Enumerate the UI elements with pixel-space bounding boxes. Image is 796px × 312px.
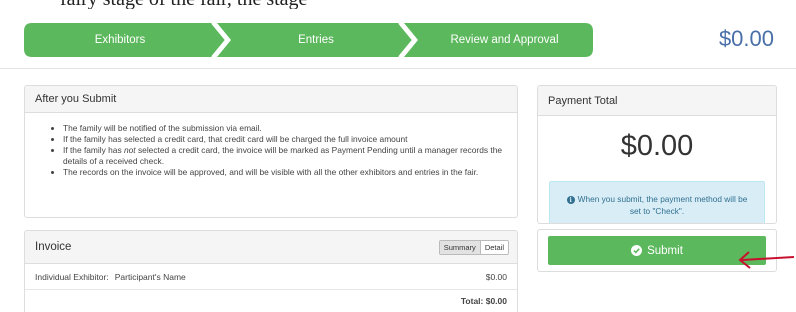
info-circle-icon: i [566, 196, 575, 204]
invoice-header: Invoice Summary Detail [25, 231, 517, 264]
payment-total-amount: $0.00 [620, 130, 694, 162]
invoice-row-amount: $0.00 [485, 272, 507, 282]
after-submit-panel: After you Submit The family will be noti… [24, 85, 518, 218]
list-item: The family will be notified of the submi… [63, 123, 503, 134]
list-item: The records on the invoice will be appro… [63, 167, 503, 178]
wizard-progress: Exhibitors Entries Review and Approval [24, 23, 593, 57]
invoice-row-label: Individual Exhibitor: [35, 272, 109, 282]
wizard-step-review-and-approval[interactable]: Review and Approval [416, 23, 593, 57]
after-submit-title: After you Submit [25, 86, 517, 113]
cropped-heading-fragment: fairy stage of the fair, the stage [0, 0, 796, 9]
payment-total-title: Payment Total [538, 86, 776, 116]
payment-info-alert: i When you submit, the payment method wil… [549, 181, 765, 223]
list-item-emphasis: not [123, 145, 136, 155]
detail-toggle-button[interactable]: Detail [480, 241, 508, 254]
invoice-row-participant: Participant's Name [114, 272, 186, 282]
arrow-left-icon [738, 251, 794, 269]
submit-button-label: Submit [647, 244, 683, 257]
cropped-heading-text: fairy stage of the fair, the stage [60, 0, 307, 9]
invoice-view-toggle: Summary Detail [438, 240, 509, 255]
summary-toggle-button[interactable]: Summary [439, 241, 481, 254]
after-submit-list: The family will be notified of the submi… [25, 113, 517, 178]
header-divider [0, 68, 796, 69]
header-total-amount: $0.00 [718, 26, 774, 51]
invoice-panel: Invoice Summary Detail Individual Exhibi… [24, 230, 518, 312]
invoice-total: Total: $0.00 [460, 296, 507, 306]
payment-total-panel: Payment Total $0.00 i When you submit, th… [537, 85, 777, 224]
table-row: Individual Exhibitor: Participant's Name … [25, 264, 517, 290]
list-item: If the family has selected a credit card… [63, 134, 503, 145]
check-circle-icon [631, 245, 643, 256]
list-item: If the family has not selected a credit … [63, 145, 503, 167]
wizard-step-exhibitors[interactable]: Exhibitors [24, 23, 216, 57]
list-item-text: If the family has [63, 145, 124, 155]
payment-info-text: When you submit, the payment method will… [577, 194, 748, 216]
wizard-step-entries[interactable]: Entries [226, 23, 406, 57]
invoice-title: Invoice [35, 241, 72, 253]
